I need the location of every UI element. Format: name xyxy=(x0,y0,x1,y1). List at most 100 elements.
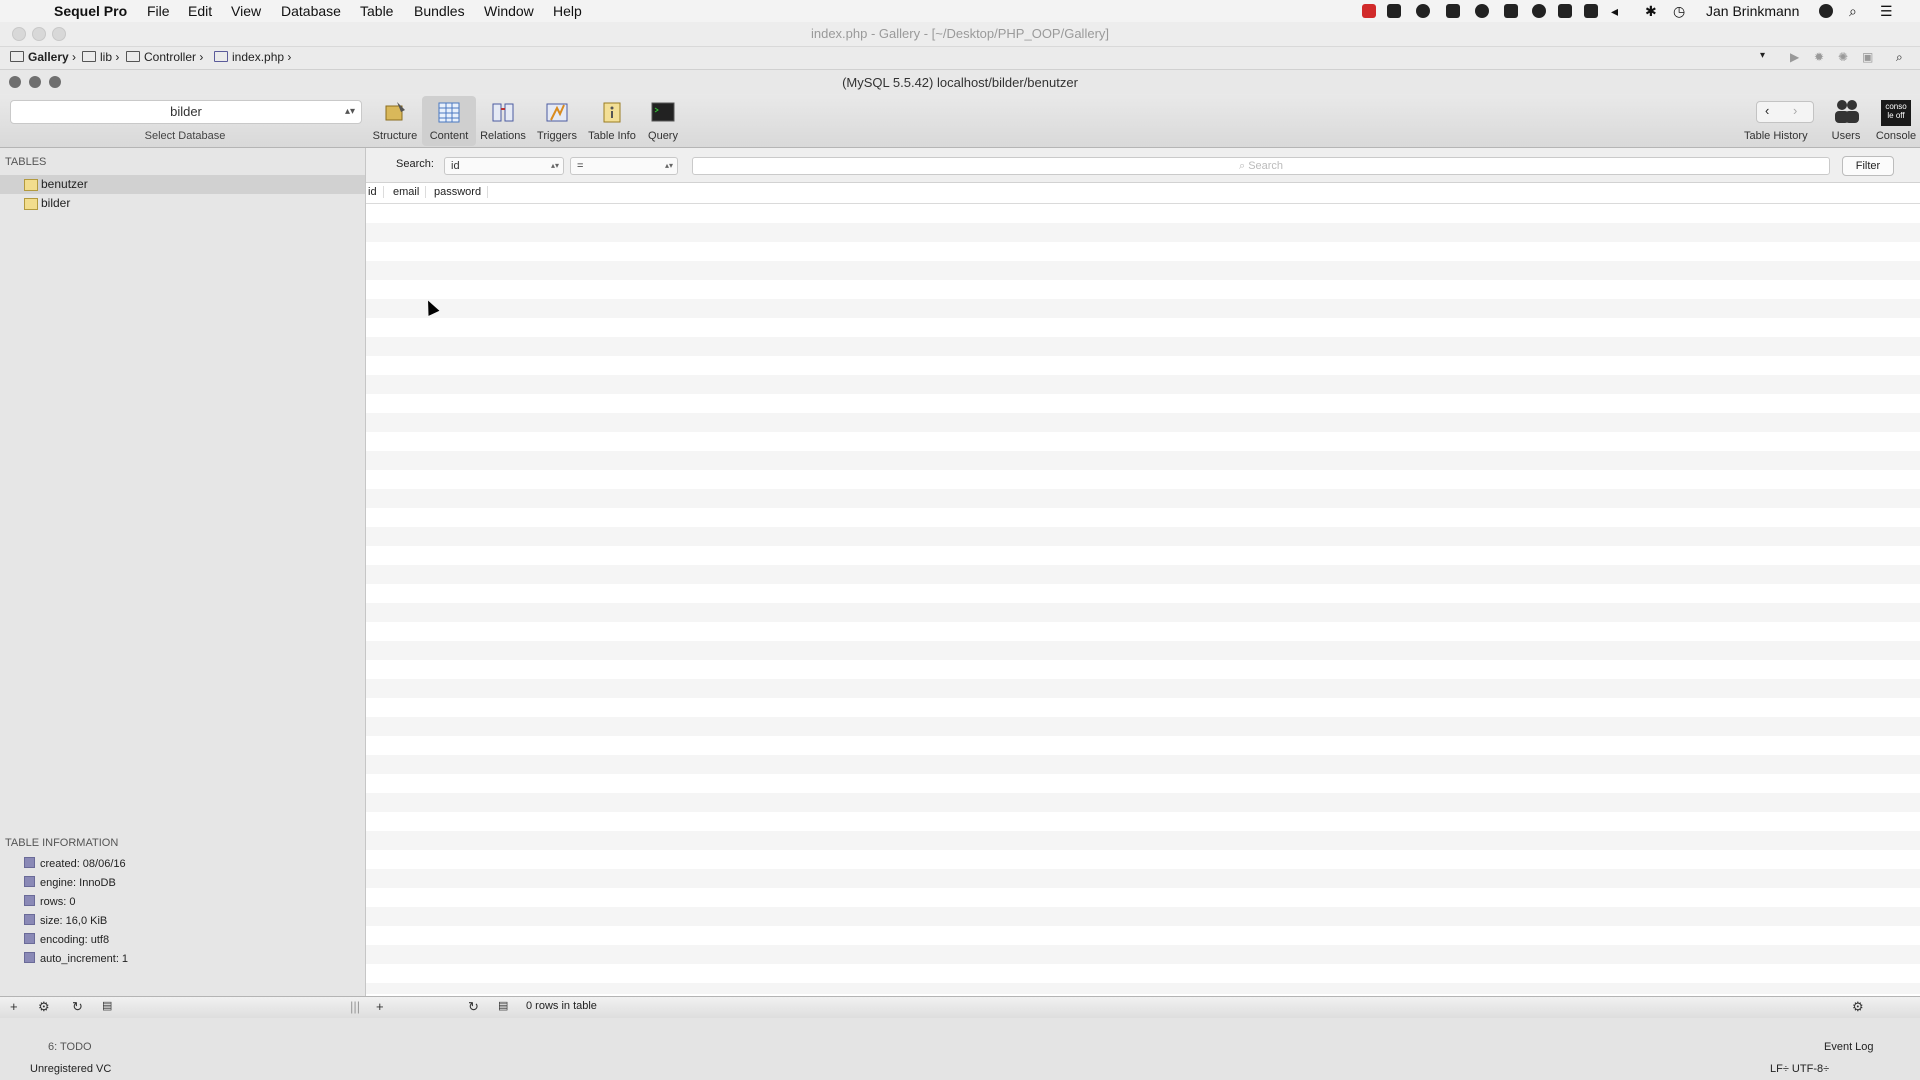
table-rows[interactable] xyxy=(366,204,1920,994)
forward-icon[interactable]: › xyxy=(1793,103,1797,118)
breadcrumb-controller[interactable]: Controller › xyxy=(126,50,203,64)
background-window-titlebar: index.php - Gallery - [~/Desktop/PHP_OOP… xyxy=(0,22,1920,47)
filter-list-icon[interactable]: ▤ xyxy=(102,999,112,1012)
refresh-icon[interactable]: ↻ xyxy=(72,999,83,1015)
refresh-table-icon[interactable]: ↻ xyxy=(468,999,479,1015)
cloud-icon[interactable] xyxy=(1532,4,1546,18)
info-encoding: encoding: utf8 xyxy=(24,931,109,949)
background-window-title: index.php - Gallery - [~/Desktop/PHP_OOP… xyxy=(810,26,1110,41)
shield-icon[interactable] xyxy=(1584,4,1598,18)
table-icon xyxy=(24,198,38,210)
table-information-header: TABLE INFORMATION xyxy=(5,837,119,849)
filter-operator-value: = xyxy=(577,160,584,172)
run-icon[interactable]: ▶ xyxy=(1790,50,1799,64)
database-select[interactable]: bilder ▴▾ xyxy=(10,100,362,124)
dropbox-icon[interactable] xyxy=(1387,4,1401,18)
search-icon: ⌕ xyxy=(1238,160,1246,172)
filter-field-value: id xyxy=(451,160,460,172)
app-menu[interactable]: Sequel Pro xyxy=(54,3,127,19)
query-button[interactable]: Query xyxy=(636,96,690,146)
breadcrumb-file[interactable]: index.php › xyxy=(214,50,291,64)
status-icon[interactable] xyxy=(1504,4,1518,18)
bluetooth-icon[interactable]: ✱ xyxy=(1645,3,1657,20)
status-icon[interactable] xyxy=(1819,4,1833,18)
event-log-button[interactable]: Event Log xyxy=(1824,1041,1874,1053)
console-label: Console xyxy=(1875,130,1917,142)
menu-help[interactable]: Help xyxy=(553,3,582,19)
gear-icon[interactable]: ⚙ xyxy=(1852,999,1864,1015)
info-auto-increment: auto_increment: 1 xyxy=(24,950,128,968)
users-button[interactable]: Users xyxy=(1829,96,1863,146)
split-handle-icon[interactable]: ||| xyxy=(350,999,360,1014)
table-name: bilder xyxy=(41,196,71,210)
gear-icon[interactable]: ⚙ xyxy=(38,999,50,1015)
folder-icon xyxy=(82,51,96,62)
menu-view[interactable]: View xyxy=(231,3,261,19)
notification-center-icon[interactable]: ☰ xyxy=(1880,3,1893,20)
menu-window[interactable]: Window xyxy=(484,3,534,19)
volume-icon[interactable]: ◂ xyxy=(1611,3,1618,20)
back-icon[interactable]: ‹ xyxy=(1765,103,1769,118)
evernote-icon[interactable] xyxy=(1558,4,1572,18)
triggers-icon xyxy=(546,103,568,122)
menu-edit[interactable]: Edit xyxy=(188,3,212,19)
menu-database[interactable]: Database xyxy=(281,3,341,19)
info-icon xyxy=(24,952,35,963)
database-select-value: bilder xyxy=(170,104,202,119)
menu-bundles[interactable]: Bundles xyxy=(414,3,465,19)
filter-operator-select[interactable]: = ▴▾ xyxy=(570,157,678,175)
window-titlebar: (MySQL 5.5.42) localhost/bilder/benutzer xyxy=(0,70,1920,94)
menu-table[interactable]: Table xyxy=(360,3,393,19)
column-header-id[interactable]: id xyxy=(368,186,384,198)
breadcrumb-lib[interactable]: lib › xyxy=(82,50,119,64)
status-icon[interactable] xyxy=(1416,4,1430,18)
zoom-icon[interactable] xyxy=(49,76,61,88)
add-row-button[interactable]: + xyxy=(376,999,384,1014)
info-size: size: 16,0 KiB xyxy=(24,912,107,930)
history-nav: ‹ › xyxy=(1756,101,1814,123)
chevron-updown-icon: ▴▾ xyxy=(664,161,673,170)
user-menu[interactable]: Jan Brinkmann xyxy=(1706,3,1799,19)
status-app-icon[interactable] xyxy=(1362,4,1376,18)
onepassword-icon[interactable] xyxy=(1475,4,1489,18)
table-history-label: Table History xyxy=(1744,130,1808,142)
info-icon xyxy=(24,895,35,906)
time-machine-icon[interactable]: ◷ xyxy=(1673,3,1685,20)
sidebar-item-bilder[interactable]: bilder xyxy=(0,194,365,213)
spotlight-icon[interactable]: ⌕ xyxy=(1849,3,1857,20)
breadcrumb-gallery[interactable]: Gallery › xyxy=(10,50,76,64)
vcs-icon[interactable]: ▣ xyxy=(1862,50,1873,64)
debug-icon[interactable]: ✹ xyxy=(1814,50,1824,64)
sidebar: TABLES benutzer bilder TABLE INFORMATION… xyxy=(0,148,366,996)
close-icon[interactable] xyxy=(9,76,21,88)
info-icon xyxy=(24,876,35,887)
filter-field-select[interactable]: id ▴▾ xyxy=(444,157,564,175)
search-icon[interactable]: ⌕ xyxy=(1896,50,1903,65)
add-table-button[interactable]: + xyxy=(10,999,18,1014)
dropdown-icon[interactable]: ▾ xyxy=(1760,50,1765,61)
encoding-status[interactable]: LF÷ UTF-8÷ xyxy=(1770,1063,1829,1075)
column-header-password[interactable]: password xyxy=(434,186,489,198)
vcs-status[interactable]: Unregistered VC xyxy=(30,1063,111,1075)
coverage-icon[interactable]: ✺ xyxy=(1838,50,1848,64)
terminal-icon xyxy=(651,102,675,122)
tables-header: TABLES xyxy=(5,156,47,168)
pagination-icon[interactable]: ▤ xyxy=(498,999,508,1012)
minimize-icon[interactable] xyxy=(29,76,41,88)
column-header-email[interactable]: email xyxy=(393,186,427,198)
info-rows: rows: 0 xyxy=(24,893,75,911)
todo-tab[interactable]: 6: TODO xyxy=(48,1041,92,1053)
menu-bar: Sequel Pro File Edit View Database Table… xyxy=(0,0,1920,23)
filter-button[interactable]: Filter xyxy=(1842,156,1894,176)
relations-icon xyxy=(492,103,514,122)
menu-file[interactable]: File xyxy=(147,3,170,19)
info-icon xyxy=(24,933,35,944)
search-input[interactable]: ⌕ Search xyxy=(692,157,1830,175)
sidebar-item-benutzer[interactable]: benutzer xyxy=(0,175,365,194)
plus-status-icon[interactable] xyxy=(1446,4,1460,18)
info-icon xyxy=(24,857,35,868)
window-title: (MySQL 5.5.42) localhost/bilder/benutzer xyxy=(842,75,1078,90)
php-file-icon xyxy=(214,51,228,62)
folder-icon xyxy=(126,51,140,62)
console-button[interactable]: conso le off Console xyxy=(1876,96,1916,146)
